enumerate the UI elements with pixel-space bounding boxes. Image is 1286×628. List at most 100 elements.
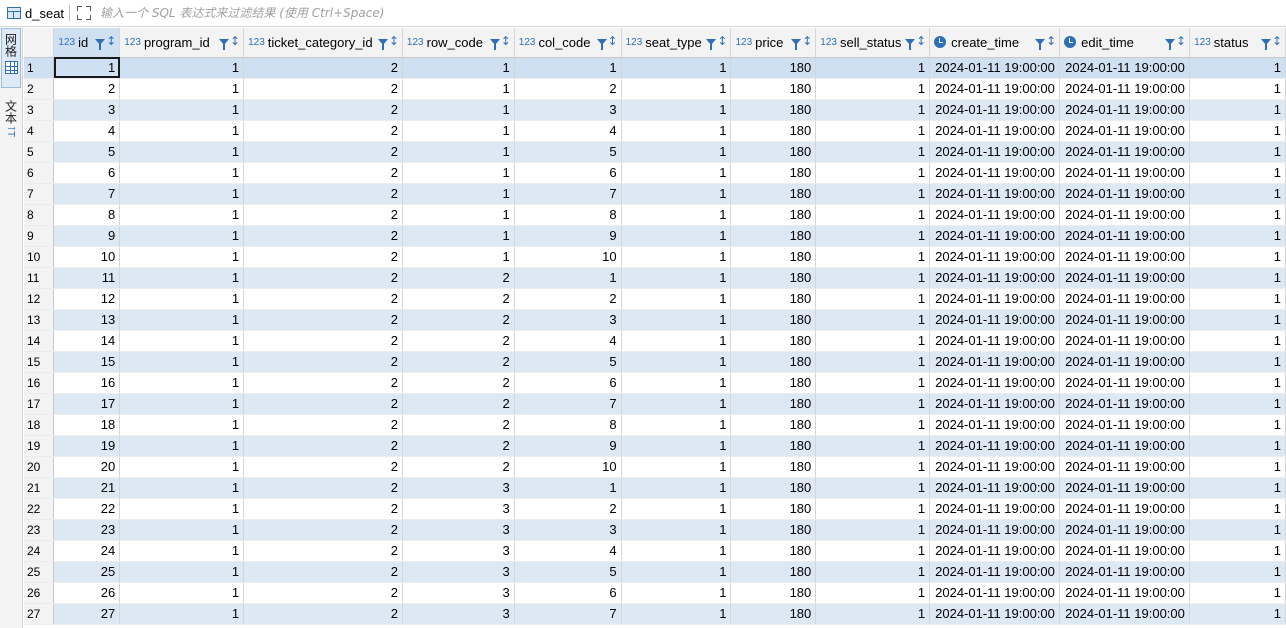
cell-ticket-category-id[interactable]: 2 [243, 330, 403, 352]
cell-col-code[interactable]: 1 [514, 477, 622, 499]
cell-row-code[interactable]: 1 [402, 183, 515, 205]
cell-sell-status[interactable]: 1 [815, 204, 931, 226]
cell-col-code[interactable]: 5 [514, 141, 622, 163]
cell-edit-time[interactable]: 2024-01-11 19:00:00 [1059, 477, 1191, 499]
cell-program-id[interactable]: 1 [119, 519, 245, 541]
cell-program-id[interactable]: 1 [119, 393, 245, 415]
table-row[interactable]: 22 22 1 2 3 2 1 180 1 2024-01-11 19:00:00 2024-01-… [24, 498, 1286, 520]
cell-ticket-category-id[interactable]: 2 [243, 372, 403, 394]
column-filter-icon[interactable] [95, 39, 106, 50]
cell-program-id[interactable]: 1 [119, 603, 245, 625]
row-number[interactable]: 17 [24, 393, 55, 415]
cell-price[interactable]: 180 [730, 330, 817, 352]
cell-sell-status[interactable]: 1 [815, 393, 931, 415]
cell-create-time[interactable]: 2024-01-11 19:00:00 [929, 120, 1061, 142]
cell-status[interactable]: 1 [1189, 246, 1286, 268]
cell-program-id[interactable]: 1 [119, 183, 245, 205]
cell-row-code[interactable]: 1 [402, 99, 515, 121]
cell-edit-time[interactable]: 2024-01-11 19:00:00 [1059, 372, 1191, 394]
cell-seat-type[interactable]: 1 [621, 477, 732, 499]
cell-program-id[interactable]: 1 [119, 267, 245, 289]
cell-id[interactable]: 17 [53, 393, 121, 415]
cell-price[interactable]: 180 [730, 603, 817, 625]
cell-edit-time[interactable]: 2024-01-11 19:00:00 [1059, 309, 1191, 331]
cell-seat-type[interactable]: 1 [621, 330, 732, 352]
cell-seat-type[interactable]: 1 [621, 246, 732, 268]
cell-seat-type[interactable]: 1 [621, 498, 732, 520]
column-sort-icon[interactable]: ↕ [106, 35, 116, 47]
cell-row-code[interactable]: 1 [402, 141, 515, 163]
cell-price[interactable]: 180 [730, 309, 817, 331]
cell-program-id[interactable]: 1 [119, 225, 245, 247]
cell-status[interactable]: 1 [1189, 561, 1286, 583]
column-header-col-code[interactable]: 123 col_code ↕ [514, 28, 622, 58]
cell-price[interactable]: 180 [730, 78, 817, 100]
cell-col-code[interactable]: 4 [514, 540, 622, 562]
row-number[interactable]: 21 [24, 477, 55, 499]
cell-status[interactable]: 1 [1189, 414, 1286, 436]
cell-status[interactable]: 1 [1189, 120, 1286, 142]
cell-id[interactable]: 12 [53, 288, 121, 310]
cell-ticket-category-id[interactable]: 2 [243, 267, 403, 289]
column-filter-icon[interactable] [1260, 39, 1271, 50]
row-number[interactable]: 12 [24, 288, 55, 310]
cell-row-code[interactable]: 2 [402, 351, 515, 373]
column-header-id[interactable]: 123 id ↕ [53, 28, 121, 58]
cell-seat-type[interactable]: 1 [621, 162, 732, 184]
cell-sell-status[interactable]: 1 [815, 225, 931, 247]
row-number[interactable]: 7 [24, 183, 55, 205]
cell-price[interactable]: 180 [730, 519, 817, 541]
cell-ticket-category-id[interactable]: 2 [243, 225, 403, 247]
cell-col-code[interactable]: 2 [514, 78, 622, 100]
column-header-create-time[interactable]: create_time ↕ [929, 28, 1061, 58]
cell-id[interactable]: 14 [53, 330, 121, 352]
cell-id[interactable]: 24 [53, 540, 121, 562]
column-header-sell-status[interactable]: 123 sell_status ↕ [815, 28, 931, 58]
cell-edit-time[interactable]: 2024-01-11 19:00:00 [1059, 519, 1191, 541]
cell-id[interactable]: 21 [53, 477, 121, 499]
cell-create-time[interactable]: 2024-01-11 19:00:00 [929, 435, 1061, 457]
cell-program-id[interactable]: 1 [119, 498, 245, 520]
cell-sell-status[interactable]: 1 [815, 372, 931, 394]
row-number[interactable]: 9 [24, 225, 55, 247]
cell-status[interactable]: 1 [1189, 309, 1286, 331]
row-number-header[interactable] [24, 28, 55, 58]
cell-edit-time[interactable]: 2024-01-11 19:00:00 [1059, 330, 1191, 352]
row-number[interactable]: 4 [24, 120, 55, 142]
cell-sell-status[interactable]: 1 [815, 99, 931, 121]
cell-program-id[interactable]: 1 [119, 162, 245, 184]
cell-status[interactable]: 1 [1189, 162, 1286, 184]
cell-status[interactable]: 1 [1189, 393, 1286, 415]
cell-seat-type[interactable]: 1 [621, 393, 732, 415]
cell-price[interactable]: 180 [730, 351, 817, 373]
cell-status[interactable]: 1 [1189, 519, 1286, 541]
table-row[interactable]: 3 3 1 2 1 3 1 180 1 2024-01-11 19:00:00 2024-01-11… [24, 99, 1286, 121]
cell-sell-status[interactable]: 1 [815, 120, 931, 142]
cell-col-code[interactable]: 6 [514, 162, 622, 184]
cell-row-code[interactable]: 2 [402, 456, 515, 478]
row-number[interactable]: 15 [24, 351, 55, 373]
table-row[interactable]: 21 21 1 2 3 1 1 180 1 2024-01-11 19:00:00 2024-01-… [24, 477, 1286, 499]
column-filter-icon[interactable] [1165, 39, 1176, 50]
cell-id[interactable]: 9 [53, 225, 121, 247]
table-row[interactable]: 16 16 1 2 2 6 1 180 1 2024-01-11 19:00:00 2024-01-… [24, 372, 1286, 394]
column-filter-icon[interactable] [219, 39, 230, 50]
cell-create-time[interactable]: 2024-01-11 19:00:00 [929, 477, 1061, 499]
cell-ticket-category-id[interactable]: 2 [243, 162, 403, 184]
cell-status[interactable]: 1 [1189, 351, 1286, 373]
cell-row-code[interactable]: 2 [402, 435, 515, 457]
cell-program-id[interactable]: 1 [119, 78, 245, 100]
cell-price[interactable]: 180 [730, 582, 817, 604]
cell-create-time[interactable]: 2024-01-11 19:00:00 [929, 582, 1061, 604]
column-sort-icon[interactable]: ↕ [717, 35, 727, 47]
cell-status[interactable]: 1 [1189, 372, 1286, 394]
cell-col-code[interactable]: 6 [514, 582, 622, 604]
cell-sell-status[interactable]: 1 [815, 477, 931, 499]
cell-edit-time[interactable]: 2024-01-11 19:00:00 [1059, 78, 1191, 100]
cell-id[interactable]: 20 [53, 456, 121, 478]
cell-id[interactable]: 4 [53, 120, 121, 142]
cell-price[interactable]: 180 [730, 183, 817, 205]
cell-sell-status[interactable]: 1 [815, 78, 931, 100]
row-number[interactable]: 8 [24, 204, 55, 226]
cell-sell-status[interactable]: 1 [815, 351, 931, 373]
